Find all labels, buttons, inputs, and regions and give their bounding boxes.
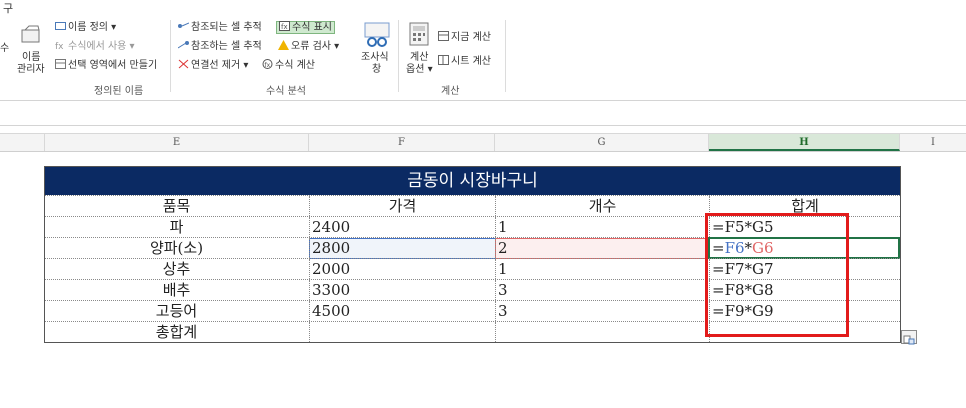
paste-options-icon[interactable] [901, 330, 917, 345]
column-header-e[interactable]: E [45, 134, 309, 151]
fx-icon: fx [55, 40, 66, 52]
define-name-button[interactable]: 이름 정의 ▾ [55, 21, 116, 34]
show-formulas-button[interactable]: fx 수식 표시 [276, 21, 335, 34]
ribbon-separator [398, 20, 399, 92]
remove-arrows-label: 연결선 제거 ▾ [191, 60, 249, 71]
calculation-options-icon[interactable] [408, 22, 430, 46]
calculate-now-label: 지금 계산 [451, 32, 491, 43]
table-title[interactable]: 금동이 시장바구니 [45, 167, 900, 195]
column-headers: E F G H I [0, 133, 966, 152]
qty-cell[interactable]: 2 [495, 238, 711, 258]
show-formulas-icon: fx [279, 21, 290, 31]
trace-dependents-button[interactable]: 참조하는 셀 추적 [177, 40, 262, 53]
watch-window-label-2[interactable]: 창 [372, 63, 381, 76]
create-from-selection-icon [55, 59, 66, 69]
trace-precedents-button[interactable]: 참조되는 셀 추적 [178, 21, 262, 34]
watch-window-icon[interactable] [364, 22, 390, 48]
evaluate-formula-button[interactable]: fx 수식 계산 [262, 59, 315, 72]
formula-auditing-group-label: 수식 분석 [266, 86, 306, 97]
use-in-formula-button[interactable]: fx 수식에서 사용 ▾ [55, 40, 135, 53]
column-header-corner [0, 134, 45, 151]
trace-dependents-icon [177, 40, 189, 50]
trace-precedents-label: 참조되는 셀 추적 [191, 22, 262, 33]
ribbon-separator [505, 20, 506, 92]
qty-cell[interactable] [495, 322, 711, 342]
header-qty[interactable]: 개수 [495, 196, 709, 216]
price-cell[interactable]: 3300 [309, 280, 497, 300]
item-cell[interactable]: 양파(소) [45, 238, 308, 258]
use-in-formula-label: 수식에서 사용 ▾ [68, 41, 135, 52]
evaluate-formula-icon: fx [262, 59, 273, 69]
price-cell[interactable] [309, 322, 497, 342]
qty-cell[interactable]: 3 [495, 280, 711, 300]
name-manager-label-2[interactable]: 관리자 [17, 63, 45, 76]
calculate-now-button[interactable]: 지금 계산 [438, 31, 491, 44]
trace-precedents-icon [178, 21, 190, 31]
item-cell[interactable]: 고등어 [45, 301, 308, 321]
column-header-g[interactable]: G [495, 134, 709, 151]
formula-bar[interactable] [0, 101, 966, 126]
header-item[interactable]: 품목 [45, 196, 308, 216]
trace-dependents-label: 참조하는 셀 추적 [191, 41, 262, 52]
qty-cell[interactable]: 1 [495, 259, 711, 279]
show-formulas-label: 수식 표시 [292, 22, 332, 33]
create-from-selection-button[interactable]: 선택 영역에서 만들기 [55, 59, 157, 72]
svg-text:fx: fx [281, 23, 288, 31]
svg-text:fx: fx [55, 42, 64, 50]
qty-cell[interactable]: 1 [495, 217, 711, 237]
price-cell[interactable]: 2000 [309, 259, 497, 279]
price-cell[interactable]: 2400 [309, 217, 497, 237]
define-name-icon [55, 21, 66, 31]
create-from-selection-label: 선택 영역에서 만들기 [68, 60, 158, 71]
remove-arrows-button[interactable]: 연결선 제거 ▾ [178, 59, 248, 72]
error-checking-button[interactable]: 오류 검사 ▾ [278, 40, 339, 53]
calculate-sheet-label: 시트 계산 [451, 56, 491, 67]
column-header-f[interactable]: F [309, 134, 495, 151]
evaluate-formula-label: 수식 계산 [275, 60, 315, 71]
defined-names-group-label: 정의된 이름 [94, 86, 144, 97]
annotation-red-box [705, 213, 849, 337]
column-header-h[interactable]: H [709, 134, 900, 151]
error-checking-icon [278, 40, 289, 50]
error-checking-label: 오류 검사 ▾ [291, 41, 340, 52]
ribbon-separator [170, 20, 171, 92]
calculate-now-icon [438, 31, 449, 41]
item-cell[interactable]: 상추 [45, 259, 308, 279]
price-cell[interactable]: 4500 [309, 301, 497, 321]
ribbon-tab-fragment[interactable]: 구 [3, 0, 13, 16]
qty-cell[interactable]: 3 [495, 301, 711, 321]
item-cell[interactable]: 배추 [45, 280, 308, 300]
calculation-group-label: 계산 [441, 86, 460, 97]
grand-total-label[interactable]: 총합계 [45, 322, 308, 342]
calculate-sheet-button[interactable]: 시트 계산 [438, 55, 491, 68]
ribbon: 구 수 이름 관리자 이름 정의 ▾ fx 수식에서 사용 ▾ 선택 영역에서 만… [0, 0, 966, 101]
item-cell[interactable]: 파 [45, 217, 308, 237]
calculation-options-label-2[interactable]: 옵션 ▾ [406, 63, 433, 76]
define-name-label: 이름 정의 ▾ [68, 22, 117, 33]
svg-text:fx: fx [265, 62, 271, 69]
calculate-sheet-icon [438, 55, 449, 65]
name-manager-fragment: 수 [0, 43, 10, 54]
remove-arrows-icon [178, 59, 189, 69]
column-header-i[interactable]: I [900, 134, 966, 151]
header-price[interactable]: 가격 [309, 196, 495, 216]
name-manager-icon[interactable] [20, 24, 42, 46]
price-cell[interactable]: 2800 [309, 238, 497, 258]
